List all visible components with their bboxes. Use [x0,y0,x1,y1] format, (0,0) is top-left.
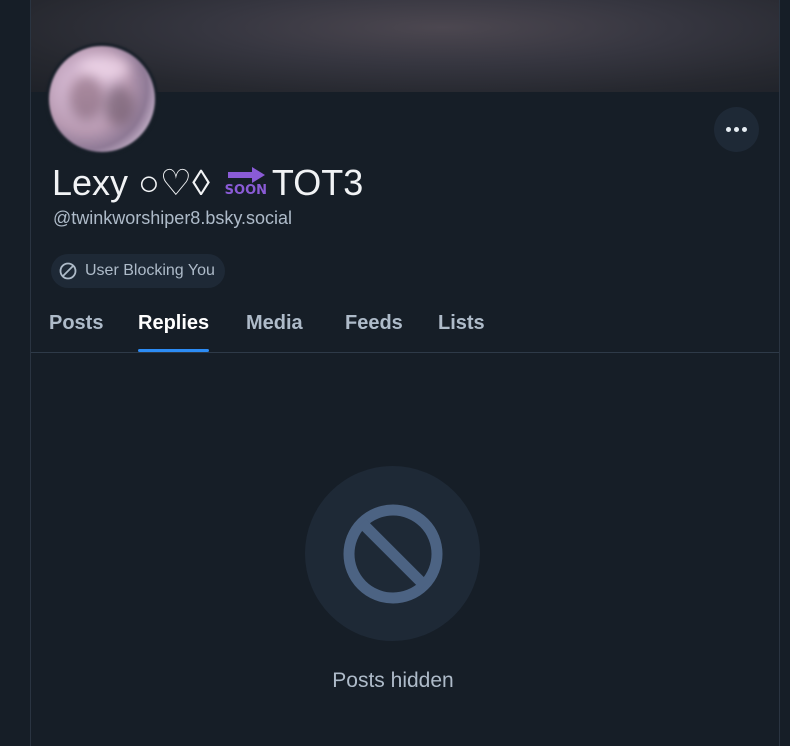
tab-replies[interactable]: Replies [138,304,210,352]
tab-lists[interactable]: Lists [438,304,485,352]
user-blocking-badge[interactable]: User Blocking You [51,254,225,288]
active-tab-indicator [138,349,210,352]
display-name-prefix: Lexy ○♡◊ [52,162,210,203]
profile-handle: @twinkworshiper8.bsky.social [53,208,293,228]
block-badge-label: User Blocking You [85,262,215,279]
soon-label: SOON [224,182,268,198]
profile-tabs: Posts Replies Media Feeds Lists [31,304,779,353]
ellipsis-icon [726,127,731,132]
empty-state-icon-container [305,466,480,641]
display-name: Lexy ○♡◊ SOON TOT3 [52,162,363,204]
more-options-button[interactable] [714,107,759,152]
tab-feeds[interactable]: Feeds [345,304,403,352]
avatar[interactable] [46,43,158,155]
tab-media[interactable]: Media [246,304,303,352]
empty-state-message: Posts hidden [332,669,454,692]
display-name-suffix: TOT3 [271,162,364,203]
profile-page: Lexy ○♡◊ SOON TOT3 @twinkworshiper8.bsky… [30,0,780,746]
block-icon [59,262,77,280]
soon-arrow-icon: SOON [224,161,268,201]
tab-posts[interactable]: Posts [49,304,103,352]
blocked-icon [343,504,442,603]
